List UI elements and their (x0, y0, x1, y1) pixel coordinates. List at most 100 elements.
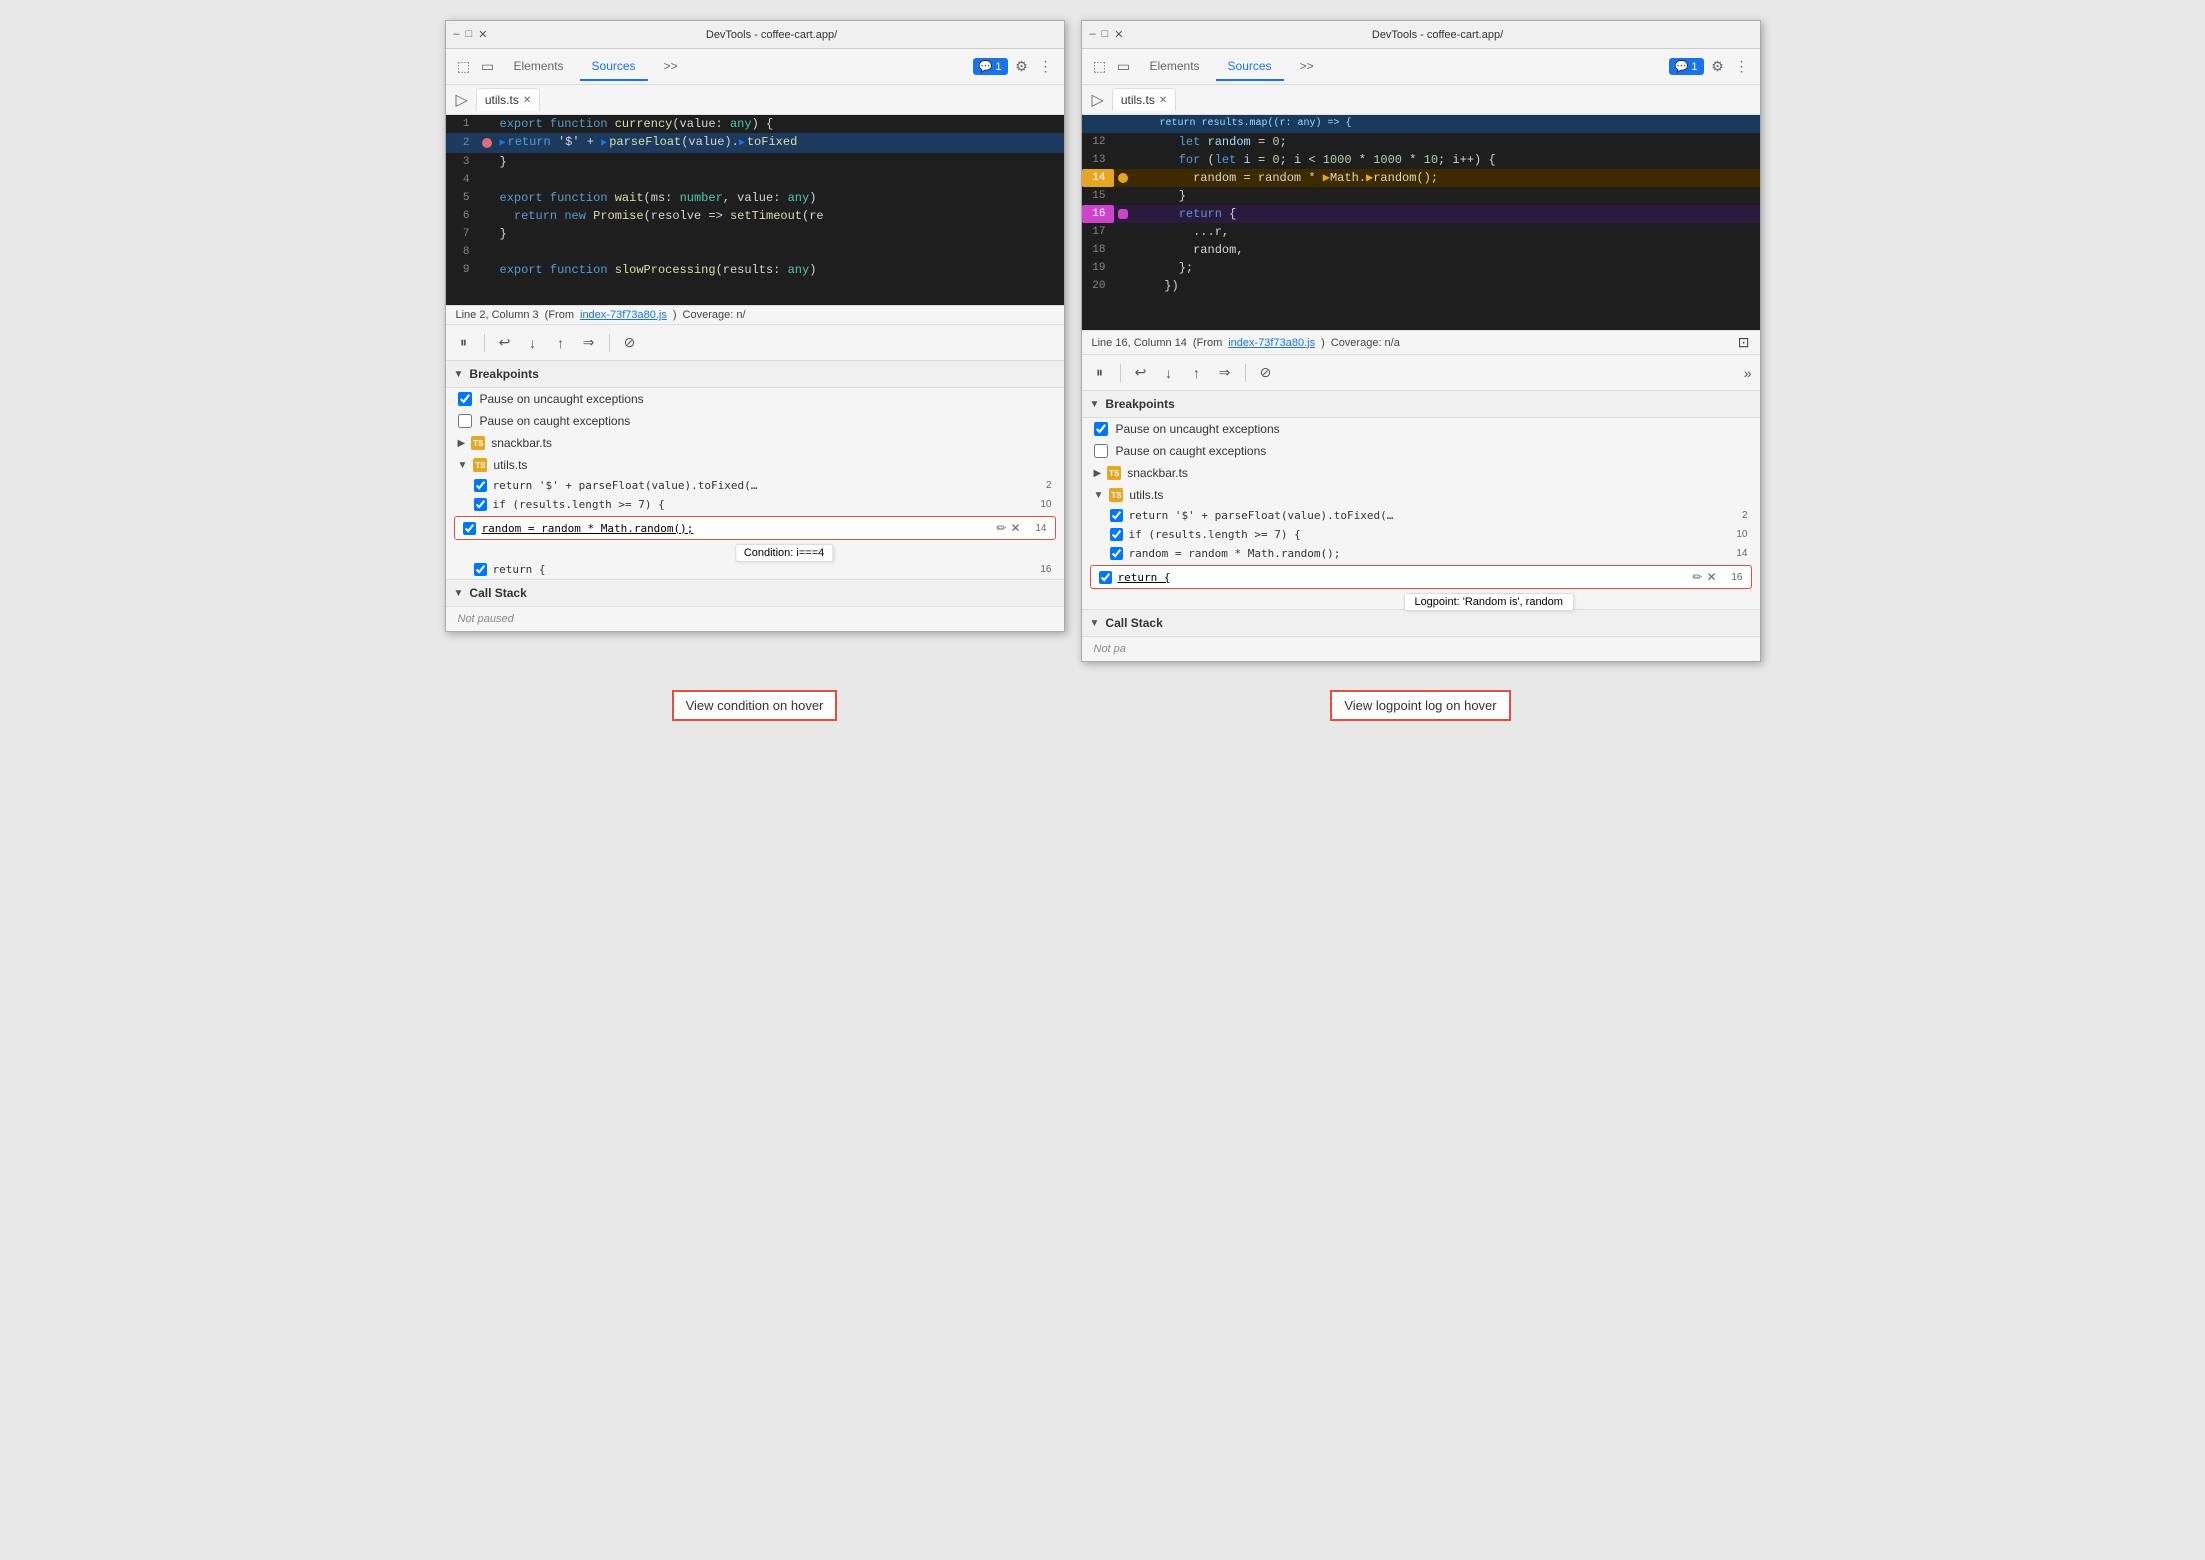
bp-item-1-3-container: random = random * Math.random(); ✏ ✕ 14 (454, 516, 1056, 540)
collapse-panel-btn-2[interactable]: » (1744, 365, 1752, 381)
tab-more-1[interactable]: >> (652, 53, 690, 81)
tab-more-2[interactable]: >> (1288, 53, 1326, 81)
step-into-btn-1[interactable]: ↓ (523, 333, 543, 353)
breakpoints-header-2[interactable]: ▼ Breakpoints (1082, 391, 1760, 418)
more-icon-2[interactable]: ⋮ (1732, 57, 1752, 77)
pause-caught-checkbox-2[interactable] (1094, 444, 1108, 458)
delete-icon-2-4[interactable]: ✕ (1706, 570, 1716, 584)
devtools-nav-1: ⬚ ▭ Elements Sources >> 💬 1 ⚙ ⋮ (446, 49, 1064, 85)
edit-icon-1-3[interactable]: ✏ (996, 521, 1006, 535)
close-btn-2[interactable]: ✕ (1114, 28, 1123, 41)
bp-item-1-1-code: return '$' + parseFloat(value).toFixed(… (493, 479, 1026, 492)
call-stack-title-2: Call Stack (1105, 616, 1162, 630)
device-icon[interactable]: ▭ (478, 57, 498, 77)
breakpoints-arrow-2: ▼ (1090, 399, 1100, 410)
bp-item-2-4-checkbox[interactable] (1099, 571, 1112, 584)
window-controls-1[interactable]: – □ ✕ (454, 28, 488, 41)
console-badge-2[interactable]: 💬 1 (1669, 58, 1704, 75)
window-title-2: DevTools - coffee-cart.app/ (1124, 29, 1752, 41)
deactivate-btn-1[interactable]: ⊘ (620, 333, 640, 353)
console-badge-1[interactable]: 💬 1 (973, 58, 1008, 75)
snackbar-ts-icon-1: TS (471, 436, 485, 450)
step-out-btn-1[interactable]: ↑ (551, 333, 571, 353)
step-out-btn-2[interactable]: ↑ (1187, 363, 1207, 383)
breakpoints-header-1[interactable]: ▼ Breakpoints (446, 361, 1064, 388)
pause-uncaught-checkbox-1[interactable] (458, 392, 472, 406)
pause-uncaught-row-2: Pause on uncaught exceptions (1082, 418, 1760, 440)
bp-item-2-1-checkbox[interactable] (1110, 509, 1123, 522)
continue-btn-2[interactable]: ⇒ (1215, 363, 1235, 383)
edit-icon-2-4[interactable]: ✏ (1692, 570, 1702, 584)
pause-caught-checkbox-1[interactable] (458, 414, 472, 428)
divider-2 (609, 334, 610, 352)
sidebar-toggle-2[interactable]: ▷ (1086, 88, 1110, 112)
bp-item-2-3-checkbox[interactable] (1110, 547, 1123, 560)
code-editor-1[interactable]: 1 export function currency(value: any) {… (446, 115, 1064, 305)
tab-sources-1[interactable]: Sources (580, 53, 648, 81)
bp-item-2-1: return '$' + parseFloat(value).toFixed(…… (1082, 506, 1760, 525)
tab-elements-2[interactable]: Elements (1138, 53, 1212, 81)
deactivate-btn-2[interactable]: ⊘ (1256, 363, 1276, 383)
pause-uncaught-checkbox-2[interactable] (1094, 422, 1108, 436)
source-link-2[interactable]: index-73f73a80.js (1228, 337, 1315, 349)
bp-item-1-3-line: 14 (1027, 523, 1047, 534)
utils-arrow-1: ▼ (458, 460, 468, 471)
device-icon-2[interactable]: ▭ (1114, 57, 1134, 77)
code-line-2-13: 13 for (let i = 0; i < 1000 * 1000 * 10;… (1082, 151, 1760, 169)
continue-btn-1[interactable]: ⇒ (579, 333, 599, 353)
pause-btn-2[interactable]: ⏸ (1090, 363, 1110, 383)
call-stack-title-1: Call Stack (469, 586, 526, 600)
window-controls-2[interactable]: – □ ✕ (1090, 28, 1124, 41)
close-btn-1[interactable]: ✕ (478, 28, 487, 41)
source-link-1[interactable]: index-73f73a80.js (580, 309, 667, 321)
status-bar-2: Line 16, Column 14 (From index-73f73a80.… (1082, 330, 1760, 355)
pause-btn-1[interactable]: ⏸ (454, 333, 474, 353)
call-stack-header-1[interactable]: ▼ Call Stack (446, 579, 1064, 607)
file-tabs-2: ▷ utils.ts ✕ (1082, 85, 1760, 115)
tab-sources-2[interactable]: Sources (1216, 53, 1284, 81)
inspect-icon-2[interactable]: ⬚ (1090, 57, 1110, 77)
file-tab-utils-2[interactable]: utils.ts ✕ (1112, 88, 1176, 111)
delete-icon-1-3[interactable]: ✕ (1010, 521, 1020, 535)
code-editor-2[interactable]: return results.map((r: any) => { 12 let … (1082, 115, 1760, 330)
settings-icon-2[interactable]: ⚙ (1708, 57, 1728, 77)
code-line-5: 5 export function wait(ms: number, value… (446, 189, 1064, 207)
step-over-btn-1[interactable]: ↩ (495, 333, 515, 353)
from-close-1: ) (673, 309, 677, 321)
bp-item-1-1-checkbox[interactable] (474, 479, 487, 492)
minimize-btn-2[interactable]: – (1090, 28, 1096, 41)
bp-item-2-2-checkbox[interactable] (1110, 528, 1123, 541)
bp-item-1-3-checkbox[interactable] (463, 522, 476, 535)
bp-file-utils-header-1[interactable]: ▼ TS utils.ts (446, 454, 1064, 476)
more-icon-1[interactable]: ⋮ (1036, 57, 1056, 77)
call-stack-arrow-2: ▼ (1090, 618, 1100, 629)
minimize-btn-1[interactable]: – (454, 28, 460, 41)
annotation-2: View logpoint log on hover (1330, 690, 1510, 721)
tab-elements-1[interactable]: Elements (502, 53, 576, 81)
bp-file-utils-header-2[interactable]: ▼ TS utils.ts (1082, 484, 1760, 506)
bp-item-1-4-checkbox[interactable] (474, 563, 487, 576)
file-tab-close-2[interactable]: ✕ (1159, 95, 1167, 106)
code-line-2-top: return results.map((r: any) => { (1082, 115, 1760, 133)
file-tab-utils-1[interactable]: utils.ts ✕ (476, 88, 540, 111)
settings-icon-1[interactable]: ⚙ (1012, 57, 1032, 77)
not-paused-2: Not pa (1082, 637, 1760, 661)
bp-tooltip-2-4: Logpoint: 'Random is', random (1403, 593, 1574, 611)
maximize-btn-1[interactable]: □ (466, 28, 473, 41)
step-into-btn-2[interactable]: ↓ (1159, 363, 1179, 383)
sidebar-toggle-1[interactable]: ▷ (450, 88, 474, 112)
file-tab-close-1[interactable]: ✕ (523, 95, 531, 106)
code-line-2: 2 ▶return '$' + ▶parseFloat(value).▶toFi… (446, 133, 1064, 153)
code-line-7: 7 } (446, 225, 1064, 243)
inspect-icon[interactable]: ⬚ (454, 57, 474, 77)
step-over-btn-2[interactable]: ↩ (1131, 363, 1151, 383)
bp-item-2-1-code: return '$' + parseFloat(value).toFixed(… (1129, 509, 1722, 522)
breakpoints-section-2: ▼ Breakpoints Pause on uncaught exceptio… (1082, 391, 1760, 609)
line-col-2: Line 16, Column 14 (1092, 337, 1187, 349)
call-stack-header-2[interactable]: ▼ Call Stack (1082, 609, 1760, 637)
expand-btn-2[interactable]: ⊡ (1738, 334, 1750, 351)
bp-file-snackbar-header-1[interactable]: ▶ TS snackbar.ts (446, 432, 1064, 454)
bp-item-1-2-checkbox[interactable] (474, 498, 487, 511)
maximize-btn-2[interactable]: □ (1102, 28, 1109, 41)
bp-file-snackbar-header-2[interactable]: ▶ TS snackbar.ts (1082, 462, 1760, 484)
